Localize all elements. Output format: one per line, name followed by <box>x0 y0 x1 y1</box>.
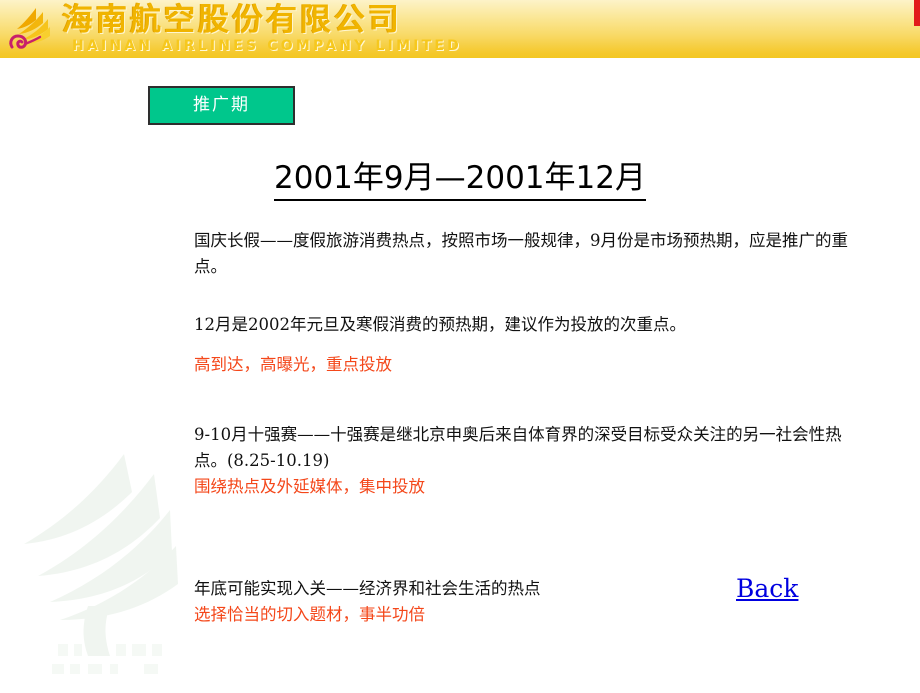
hainan-airlines-wing-logo-icon <box>6 6 64 54</box>
phase-tag-label: 推广期 <box>193 95 250 115</box>
banner-edge-mark <box>914 0 920 26</box>
header-banner: 海南航空股份有限公司 HAINAN AIRLINES COMPANY LIMIT… <box>0 0 920 58</box>
body-emphasis-1: 高到达，高曝光，重点投放 <box>194 355 392 374</box>
banner-company-name-cn: 海南航空股份有限公司 <box>62 2 402 38</box>
wing-watermark-icon <box>4 448 194 688</box>
phase-tag: 推广期 <box>148 86 295 125</box>
body-paragraph-3: 9-10月十强赛——十强赛是继北京申奥后来自体育界的深受目标受众关注的另一社会性… <box>194 425 842 470</box>
back-link[interactable]: Back <box>736 576 798 601</box>
body-paragraph-1: 国庆长假——度假旅游消费热点，按照市场一般规律，9月份是市场预热期，应是推广的重… <box>194 231 848 276</box>
page-title-text: 2001年9月—2001年12月 <box>274 160 646 201</box>
body-paragraph-2: 12月是2002年元旦及寒假消费的预热期，建议作为投放的次重点。 <box>194 315 686 334</box>
slide-body: 国庆长假——度假旅游消费热点，按照市场一般规律，9月份是市场预热期，应是推广的重… <box>194 228 854 628</box>
body-emphasis-3: 选择恰当的切入题材，事半功倍 <box>194 605 425 624</box>
body-emphasis-2: 围绕热点及外延媒体，集中投放 <box>194 477 425 496</box>
page-title: 2001年9月—2001年12月 <box>0 152 920 201</box>
banner-company-name-en: HAINAN AIRLINES COMPANY LIMITED <box>72 38 462 54</box>
